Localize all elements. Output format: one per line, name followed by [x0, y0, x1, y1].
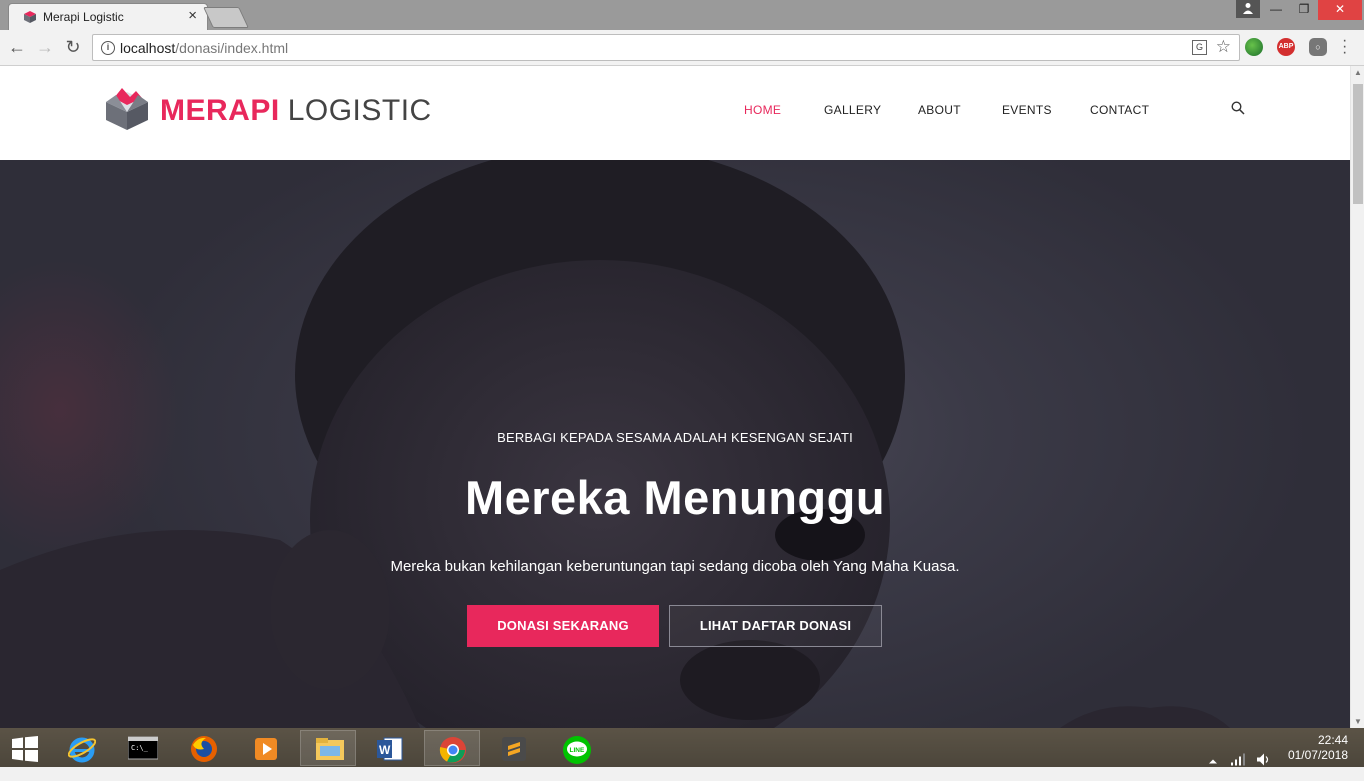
new-tab-button[interactable] [203, 7, 249, 28]
taskbar-chrome[interactable] [424, 730, 480, 766]
nav-events[interactable]: EVENTS [1002, 103, 1052, 117]
nav-gallery[interactable]: GALLERY [824, 103, 881, 117]
logo-box-icon [106, 88, 148, 130]
hero-subtitle: Mereka bukan kehilangan keberuntungan ta… [390, 558, 960, 575]
taskbar-media-player[interactable] [238, 730, 294, 766]
taskbar-firefox[interactable] [176, 730, 232, 766]
extension-globe-icon[interactable] [1245, 38, 1263, 56]
bookmark-star-icon[interactable]: ☆ [1216, 37, 1231, 57]
hero-section: BERBAGI KEPADA SESAMA ADALAH KESENGAN SE… [0, 160, 1350, 728]
windows-logo-icon [12, 736, 38, 762]
browser-toolbar: ← → ↻ i localhost/donasi/index.html G ☆ … [0, 30, 1364, 66]
line-app-icon: LINE [563, 736, 591, 764]
windows-taskbar: C:\_ W LINE 22:44 01/07/2018 [0, 728, 1364, 767]
scroll-up-arrow-icon[interactable]: ▲ [1354, 68, 1362, 77]
show-hidden-icons-icon[interactable] [1208, 742, 1218, 781]
merapi-favicon-icon [24, 11, 36, 23]
tab-title: Merapi Logistic [43, 10, 124, 24]
person-icon [1243, 3, 1253, 14]
line-extension-icon[interactable]: ○ [1309, 38, 1327, 56]
taskbar-sublime-text[interactable] [486, 730, 542, 766]
maximize-button[interactable]: ❐ [1290, 0, 1318, 20]
start-button[interactable] [0, 730, 56, 766]
url-text[interactable]: localhost/donasi/index.html [120, 40, 288, 56]
folder-icon [316, 738, 344, 760]
scroll-down-arrow-icon[interactable]: ▼ [1354, 717, 1362, 726]
url-path: /donasi/index.html [175, 40, 289, 56]
clock-time: 22:44 [1317, 733, 1348, 747]
close-window-button[interactable]: ✕ [1318, 0, 1362, 20]
page-viewport: MERAPI LOGISTIC HOME GALLERY ABOUT EVENTS… [0, 66, 1350, 728]
nav-home[interactable]: HOME [744, 103, 781, 117]
address-bar[interactable]: i localhost/donasi/index.html G ☆ [92, 34, 1240, 61]
hero-title: Mereka Menunggu [464, 471, 886, 524]
logo-text: MERAPI LOGISTIC [160, 94, 432, 128]
taskbar-command-prompt[interactable]: C:\_ [114, 730, 170, 766]
network-signal-icon[interactable] [1230, 740, 1246, 779]
taskbar-line[interactable]: LINE [548, 730, 604, 766]
translate-icon[interactable]: G [1192, 40, 1207, 55]
page-scrollbar[interactable]: ▲ ▼ [1350, 66, 1364, 728]
forward-arrow-icon[interactable]: → [34, 37, 56, 59]
browser-tab[interactable]: Merapi Logistic × [8, 3, 208, 30]
donation-list-button[interactable]: LIHAT DAFTAR DONASI [669, 605, 882, 647]
logo-strong-text: MERAPI [160, 94, 280, 127]
volume-icon[interactable] [1256, 740, 1272, 779]
system-clock[interactable]: 22:44 01/07/2018 [1288, 733, 1348, 763]
taskbar-word[interactable]: W [362, 730, 418, 766]
scroll-thumb[interactable] [1353, 84, 1363, 204]
url-host: localhost [120, 40, 176, 56]
word-icon: W [377, 737, 403, 761]
chrome-icon [439, 737, 466, 763]
clock-date: 01/07/2018 [1287, 748, 1348, 762]
tab-close-icon[interactable]: × [188, 8, 197, 24]
info-icon[interactable]: i [101, 41, 115, 55]
nav-about[interactable]: ABOUT [918, 103, 961, 117]
firefox-icon [191, 736, 217, 762]
browser-titlebar: Merapi Logistic × — ❐ ✕ [0, 0, 1364, 30]
site-header: MERAPI LOGISTIC HOME GALLERY ABOUT EVENTS… [0, 66, 1350, 160]
back-arrow-icon[interactable]: ← [6, 37, 28, 59]
browser-menu-icon[interactable]: · · · [1342, 33, 1348, 61]
internet-explorer-icon [68, 737, 96, 763]
taskbar-internet-explorer[interactable] [54, 730, 110, 766]
command-prompt-icon: C:\_ [128, 736, 158, 760]
search-icon[interactable] [1231, 101, 1245, 115]
svg-text:W: W [379, 743, 391, 757]
reload-icon[interactable]: ↻ [62, 37, 84, 59]
hero-tagline: BERBAGI KEPADA SESAMA ADALAH KESENGAN SE… [497, 430, 853, 445]
donate-now-button[interactable]: DONASI SEKARANG [467, 605, 659, 647]
svg-text:C:\_: C:\_ [131, 744, 149, 752]
minimize-button[interactable]: — [1262, 0, 1290, 20]
sublime-text-icon [502, 737, 526, 761]
logo-light-text: LOGISTIC [287, 94, 432, 127]
nav-contact[interactable]: CONTACT [1090, 103, 1149, 117]
svg-text:LINE: LINE [570, 747, 585, 754]
adblock-plus-icon[interactable]: ABP [1277, 38, 1295, 56]
taskbar-file-explorer[interactable] [300, 730, 356, 766]
media-player-icon [255, 738, 277, 760]
profile-button[interactable] [1236, 0, 1260, 18]
